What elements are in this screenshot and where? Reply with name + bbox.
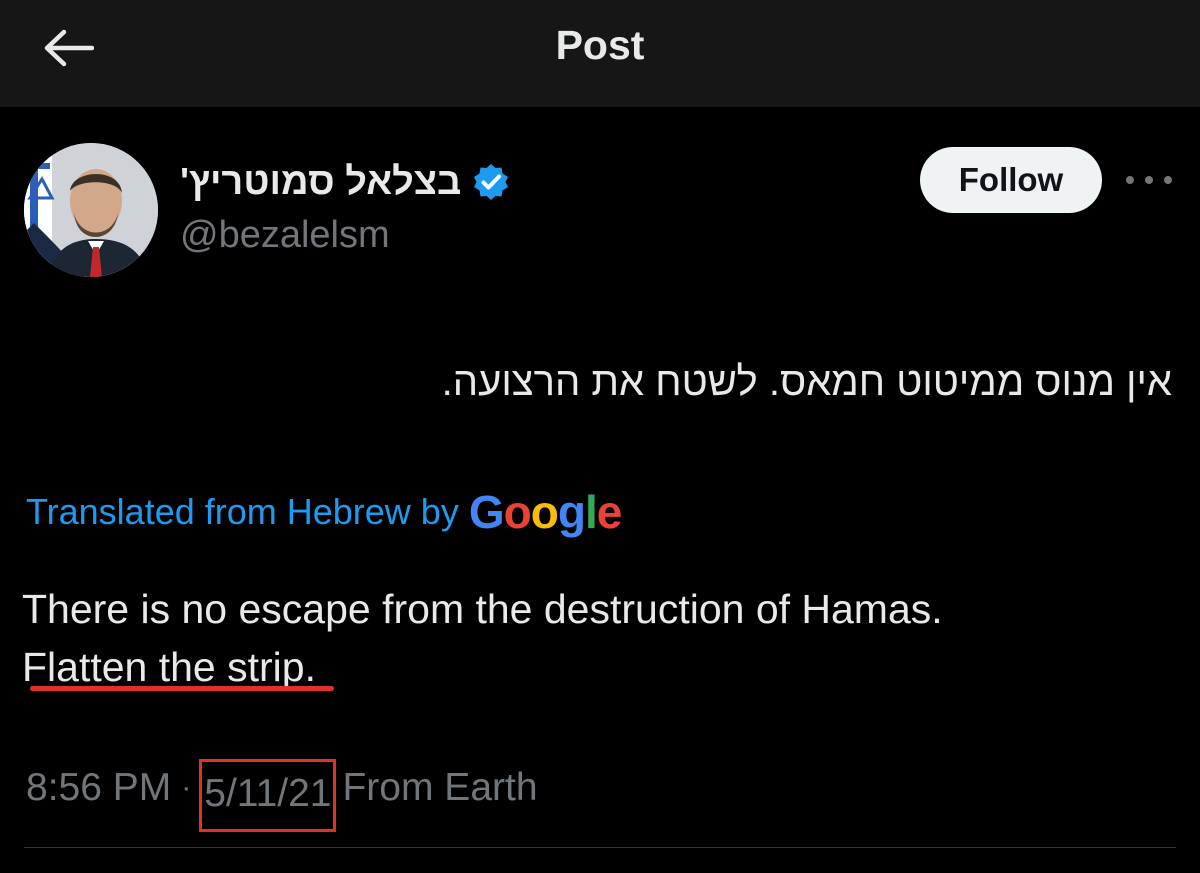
post-meta: 8:56 PM · 5/11/21 From Earth (26, 758, 538, 832)
top-bar: Post (0, 0, 1200, 107)
translation-attribution[interactable]: Translated from Hebrew by Google (26, 484, 622, 540)
translated-by-label: Translated from Hebrew by (26, 491, 459, 532)
translation-highlight: Flatten the strip (22, 644, 305, 690)
verified-badge-icon (474, 164, 509, 200)
red-underline-annotation (30, 686, 334, 691)
more-options-button[interactable] (1126, 164, 1172, 196)
post-date[interactable]: 5/11/21 (199, 758, 337, 832)
post-original-text: אין מנוס ממיטוט חמאס. לשטח את הרצועה. (441, 360, 1172, 404)
divider (24, 847, 1176, 848)
more-horizontal-icon (1126, 176, 1134, 184)
follow-button[interactable]: Follow (920, 147, 1102, 213)
post-time[interactable]: 8:56 PM (26, 766, 171, 810)
author-name-row[interactable]: בצלאל סמוטריץ' (180, 158, 511, 206)
translation-end: . (304, 644, 316, 690)
meta-separator: · (181, 771, 192, 804)
author-handle[interactable]: @bezalelsm (180, 214, 390, 257)
translation-line-1: There is no escape from the destruction … (22, 586, 943, 632)
google-logo: Google (468, 486, 622, 538)
post-translated-text: There is no escape from the destruction … (22, 580, 1172, 696)
page-title: Post (555, 22, 645, 68)
more-horizontal-icon (1145, 176, 1153, 184)
author-display-name[interactable]: בצלאל סמוטריץ' (180, 161, 461, 204)
more-horizontal-icon (1164, 176, 1172, 184)
post-source: From Earth (342, 766, 538, 809)
avatar[interactable] (24, 143, 158, 277)
avatar-photo (24, 143, 158, 277)
